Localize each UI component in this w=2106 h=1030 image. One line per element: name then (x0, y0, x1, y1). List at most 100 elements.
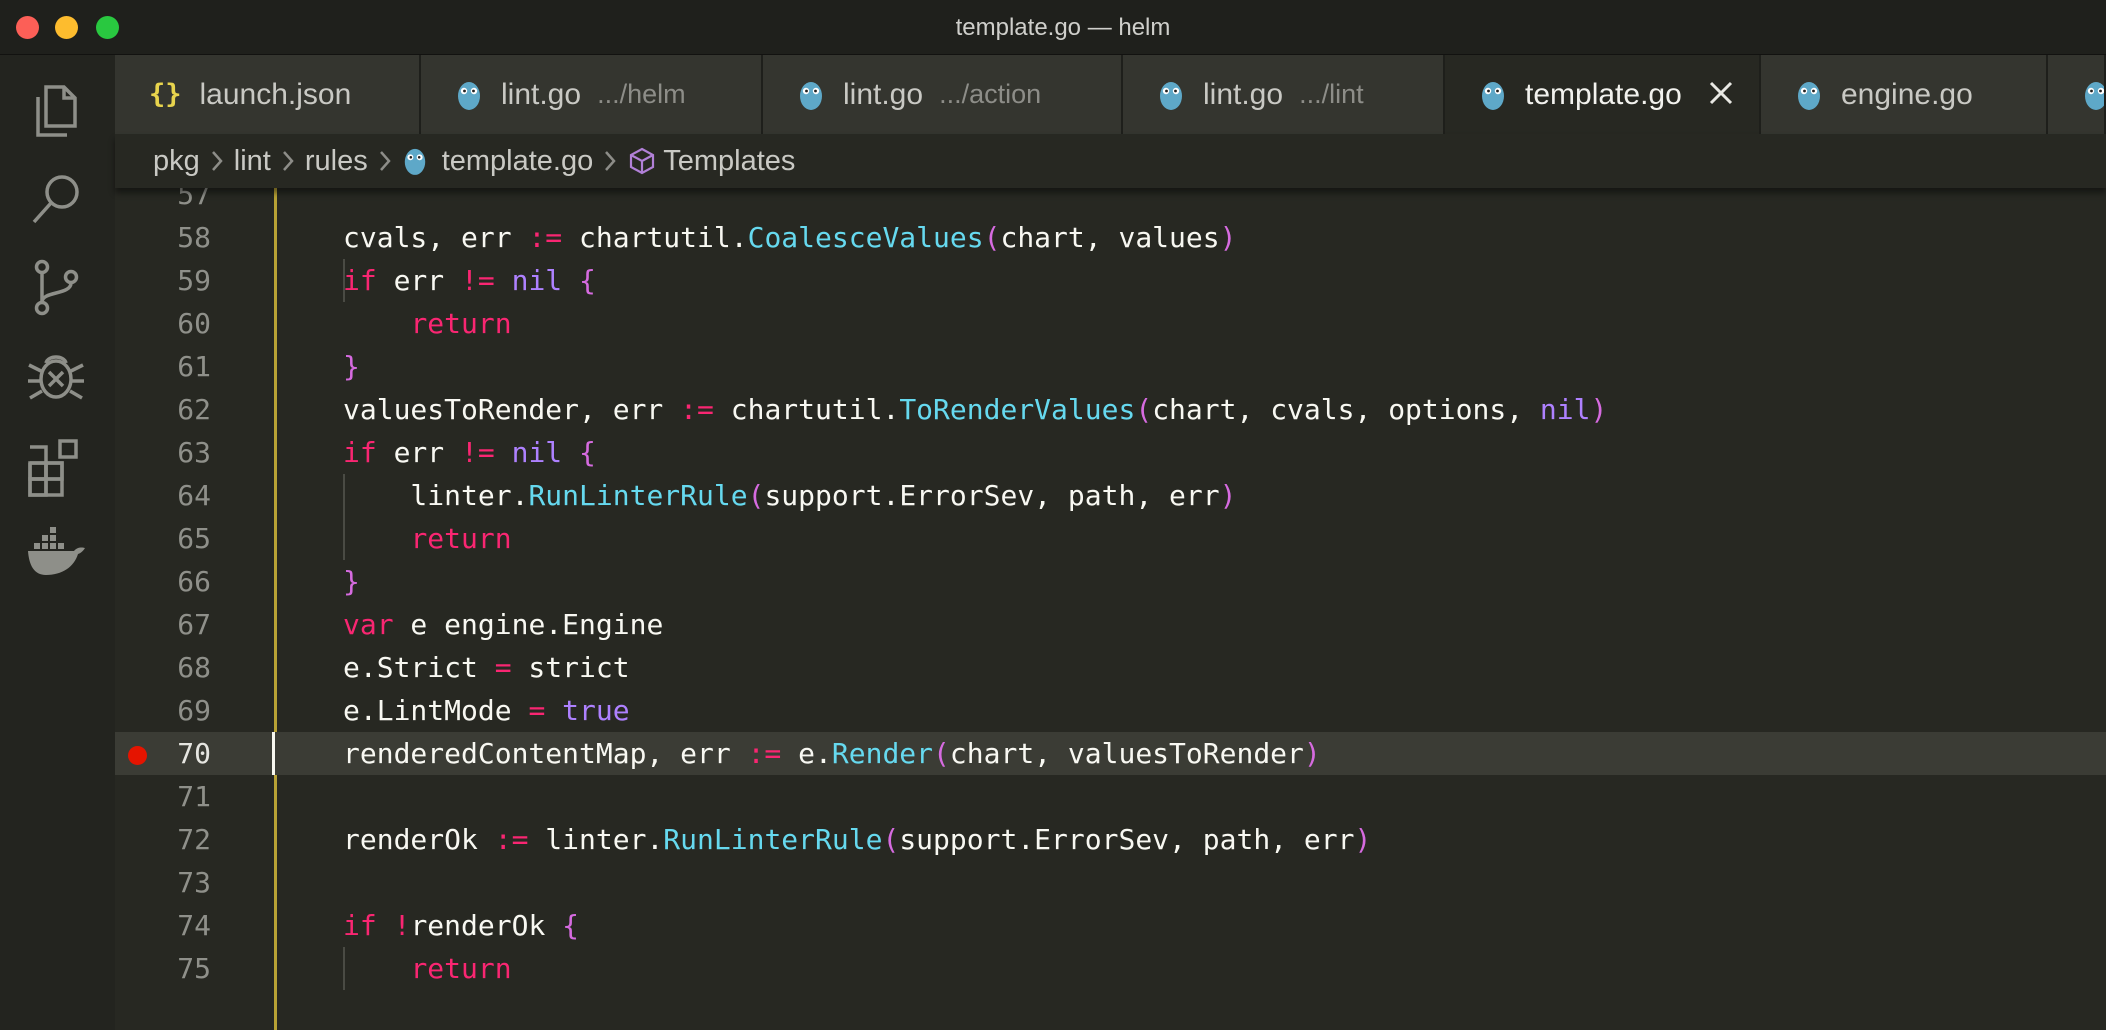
code-token: = (528, 694, 546, 727)
chevron-right-icon (603, 149, 617, 173)
tab-label: template.go (1525, 77, 1682, 111)
code-line[interactable]: 60 return (115, 302, 2106, 345)
indent-guide (343, 474, 345, 560)
code-line[interactable]: 61} (115, 345, 2106, 388)
code-line[interactable]: 70 renderedContentMap, err := e.Render(ch… (115, 732, 2106, 775)
breadcrumb-item-pkg[interactable]: pkg (153, 145, 200, 178)
code-text: renderedContentMap, err := e.Render(char… (343, 732, 1321, 775)
line-number: 61 (177, 350, 211, 383)
line-number: 58 (177, 221, 211, 254)
window-title: template.go — helm (955, 14, 1171, 41)
breadcrumb-item-rules[interactable]: rules (305, 145, 368, 178)
code-token: support.ErrorSev, path, err (764, 479, 1220, 512)
code-token: { (579, 264, 596, 297)
code-token: ! (393, 909, 411, 942)
code-text: linter.RunLinterRule(support.ErrorSev, p… (343, 474, 1236, 517)
tab-bar: {} launch.json lint.go .../helm lint.go … (115, 55, 2106, 134)
tab-description: .../helm (597, 79, 686, 109)
code-line[interactable]: 71 (115, 775, 2106, 818)
line-number: 69 (177, 694, 211, 727)
code-line[interactable]: 75 return (115, 947, 2106, 990)
debug-icon[interactable] (22, 341, 90, 409)
code-line[interactable]: 72 renderOk := linter.RunLinterRule(suppo… (115, 818, 2106, 861)
code-token: Render (831, 737, 934, 770)
code-token: renderedContentMap, err (343, 737, 748, 770)
code-token: err (376, 436, 462, 469)
code-token: ) (1219, 479, 1237, 512)
line-number: 59 (177, 264, 211, 297)
code-token: chartutil. (713, 393, 900, 426)
code-text: return (343, 947, 511, 990)
code-token: return (410, 522, 512, 555)
gopher-icon (402, 146, 428, 176)
code-text: return (343, 302, 511, 345)
text-cursor (272, 732, 275, 775)
code-line[interactable]: 58 cvals, err := chartutil.CoalesceValues… (115, 216, 2106, 259)
code-token: ( (882, 823, 900, 856)
code-line[interactable]: 63 if err != nil { (115, 431, 2106, 474)
code-token: chart, values (1000, 221, 1220, 254)
tab-launch-json[interactable]: {} launch.json (115, 55, 421, 134)
code-line[interactable]: 62 valuesToRender, err := chartutil.ToRen… (115, 388, 2106, 431)
docker-icon[interactable] (22, 517, 90, 585)
code-token: support.ErrorSev, path, err (899, 823, 1355, 856)
extensions-icon[interactable] (22, 429, 90, 497)
gopher-icon (1157, 79, 1185, 111)
code-token: chart, valuesToRender (949, 737, 1304, 770)
chevron-right-icon (210, 149, 224, 173)
code-line[interactable]: 67 var e engine.Engine (115, 603, 2106, 646)
files-icon[interactable] (22, 77, 90, 145)
code-token: e. (781, 737, 832, 770)
code-token: != (461, 436, 495, 469)
code-token: = (494, 651, 512, 684)
code-line[interactable]: 57 (115, 188, 2106, 216)
code-line[interactable]: 66} (115, 560, 2106, 603)
line-number: 60 (177, 307, 211, 340)
code-editor[interactable]: 57 58 cvals, err := chartutil.CoalesceValu… (115, 188, 2106, 1030)
breadcrumb-item-symbol[interactable]: Templates (627, 145, 795, 178)
code-token: var (343, 608, 394, 641)
code-line[interactable]: 68 e.Strict = strict (115, 646, 2106, 689)
code-token: := (494, 823, 529, 856)
code-line[interactable]: 65 return (115, 517, 2106, 560)
search-icon[interactable] (22, 165, 90, 233)
line-number: 65 (177, 522, 211, 555)
code-line[interactable]: 64 linter.RunLinterRule(support.ErrorSev… (115, 474, 2106, 517)
code-token: renderOk (410, 909, 563, 942)
code-line[interactable]: 73 (115, 861, 2106, 904)
code-text: var e engine.Engine (343, 603, 663, 646)
code-line[interactable]: 69 e.LintMode = true (115, 689, 2106, 732)
code-line[interactable]: 59 if err != nil { (115, 259, 2106, 302)
gopher-icon (1479, 79, 1507, 111)
tab-template-go[interactable]: template.go (1445, 55, 1761, 134)
code-line[interactable]: 74 if !renderOk { (115, 904, 2106, 947)
code-token: } (343, 350, 360, 383)
tab-engine-go[interactable]: engine.go (1761, 55, 2048, 134)
code-token: cvals, err (343, 221, 529, 254)
breadcrumb-item-lint[interactable]: lint (234, 145, 271, 178)
tab-lint-go-helm[interactable]: lint.go .../helm (421, 55, 763, 134)
source-control-icon[interactable] (22, 253, 90, 321)
cube-icon (627, 146, 657, 176)
breadcrumb-file-label: template.go (441, 144, 594, 177)
code-text: } (343, 560, 360, 603)
tab-overflow[interactable] (2048, 55, 2106, 134)
code-text: valuesToRender, err := chartutil.ToRende… (343, 388, 1607, 431)
tab-lint-go-action[interactable]: lint.go .../action (763, 55, 1123, 134)
code-token: ) (1219, 221, 1237, 254)
close-icon[interactable] (1701, 73, 1741, 113)
code-text: if !renderOk { (343, 904, 579, 947)
code-token: e.LintMode (343, 694, 529, 727)
tab-lint-go-lint[interactable]: lint.go .../lint (1123, 55, 1445, 134)
code-token: RunLinterRule (528, 479, 748, 512)
breadcrumb-item-file[interactable]: template.go (402, 144, 594, 178)
code-token: ( (747, 479, 765, 512)
gopher-icon (1795, 79, 1823, 111)
code-token: } (343, 565, 360, 598)
code-text: return (343, 517, 512, 560)
